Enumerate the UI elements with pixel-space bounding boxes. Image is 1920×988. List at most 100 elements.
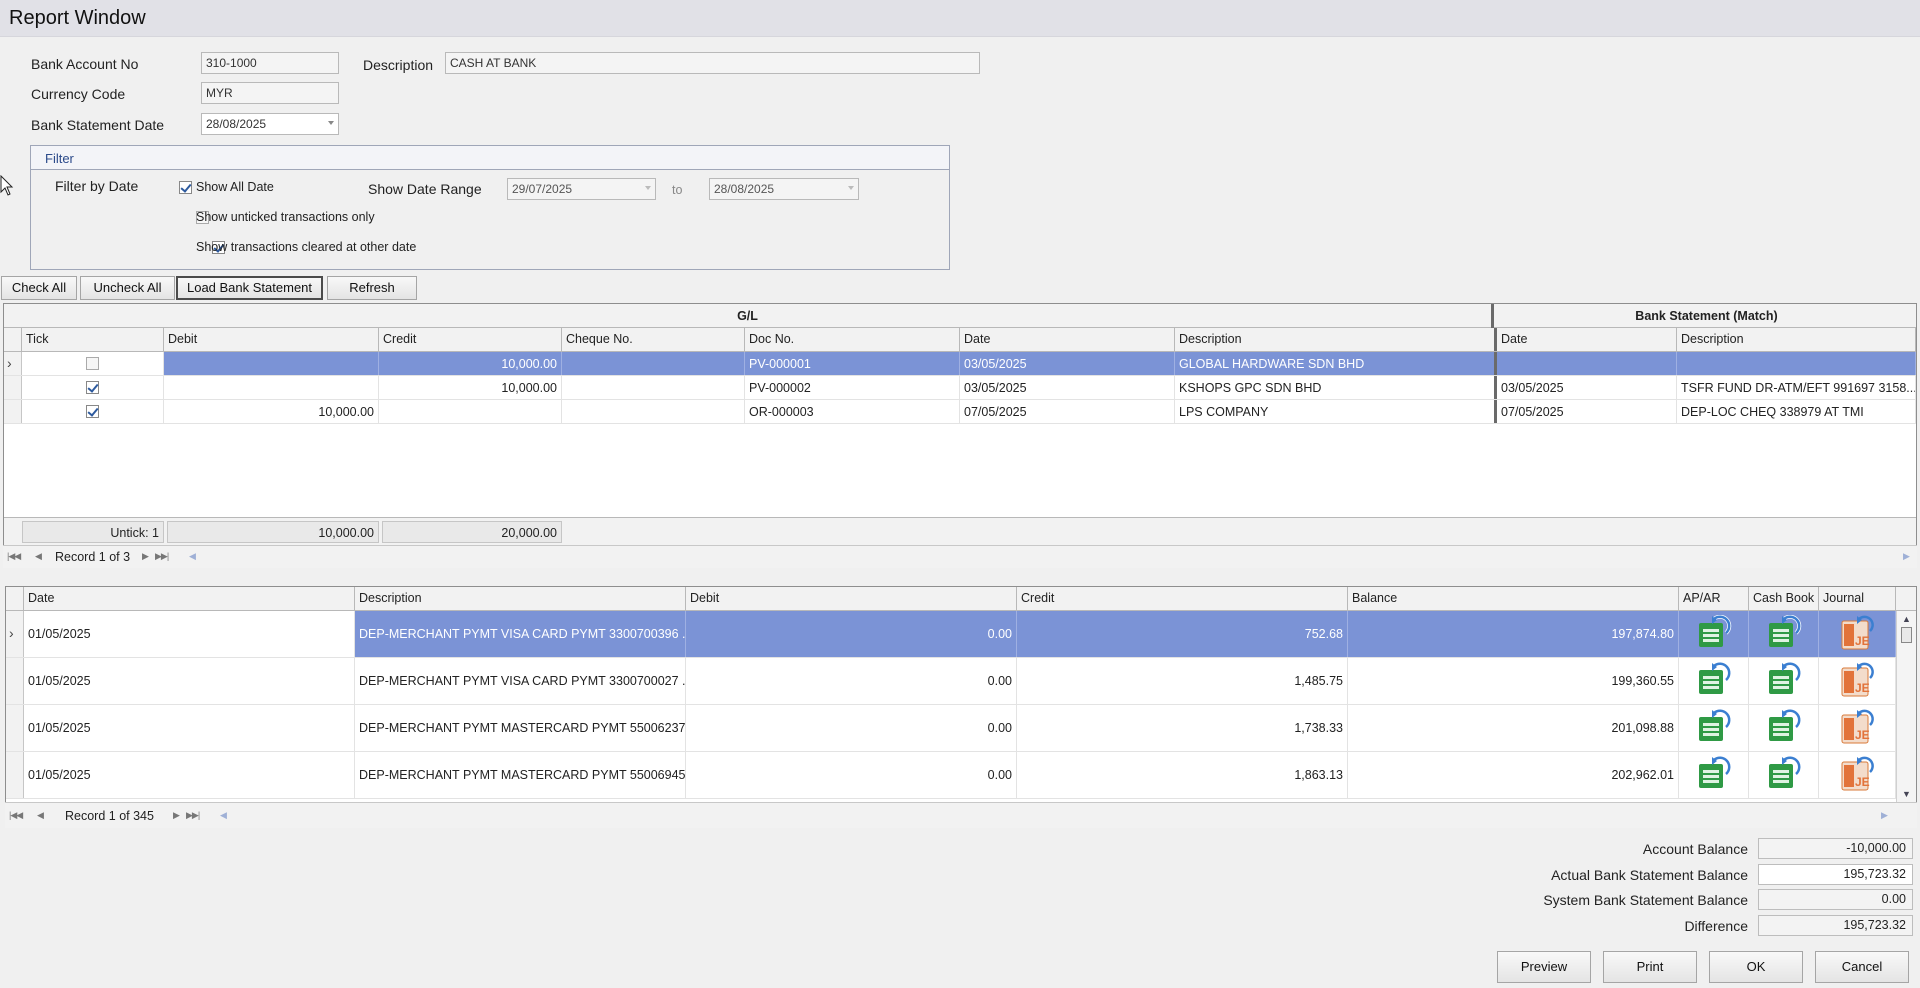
journal-link-icon[interactable]: JE [1839,756,1875,795]
cashbook-link-icon[interactable] [1766,755,1802,795]
apar-link-icon[interactable] [1696,708,1732,748]
currency-field[interactable]: MYR [201,82,339,104]
load-bank-statement-button[interactable]: Load Bank Statement [176,276,323,300]
last-record-icon[interactable]: ▶▶| [155,551,169,562]
actual-bs-label: Actual Bank Statement Balance [1551,867,1748,883]
check-all-button[interactable]: Check All [1,276,77,300]
next-record-icon[interactable]: ▶ [142,551,149,562]
show-all-date-checkbox[interactable] [179,181,192,194]
show-cleared-label: Show transactions cleared at other date [196,240,417,254]
table-row[interactable]: 01/05/2025 DEP-MERCHANT PYMT MASTERCARD P… [6,705,1896,752]
bs-description-cell: DEP-LOC CHEQ 338979 AT TMI [1677,400,1916,423]
account-balance-value: -10,000.00 [1758,838,1913,859]
statement-date-picker[interactable]: 28/08/2025 [201,113,339,135]
scroll-right-icon[interactable]: ▶ [1881,810,1888,821]
scroll-left-icon[interactable]: ◀ [189,551,196,562]
col-bs-desc[interactable]: Description [355,587,686,610]
col-bs-description[interactable]: Description [1677,328,1916,351]
system-bs-value: 0.00 [1758,889,1913,910]
doc-cell: PV-000002 [745,376,960,399]
bank-account-field[interactable]: 310-1000 [201,52,339,74]
apar-cell [1679,752,1749,798]
journal-link-icon[interactable]: JE [1839,709,1875,748]
cancel-button[interactable]: Cancel [1815,951,1909,983]
refresh-button[interactable]: Refresh [327,276,417,300]
bs-credit-cell: 1,863.13 [1017,752,1348,798]
first-record-icon[interactable]: |◀◀ [7,551,21,562]
window-title: Report Window [9,7,146,29]
journal-link-icon[interactable]: JE [1839,662,1875,701]
journal-icon-text: JE [1855,775,1870,789]
scroll-left-icon[interactable]: ◀ [220,810,227,821]
table-row[interactable]: 01/05/2025 DEP-MERCHANT PYMT MASTERCARD P… [6,752,1896,799]
scroll-down-icon[interactable]: ▼ [1902,789,1911,799]
table-row[interactable]: 10,000.00 PV-000002 03/05/2025 KSHOPS GP… [4,376,1916,400]
col-description[interactable]: Description [1175,328,1497,351]
apar-link-icon[interactable] [1696,661,1732,701]
col-bs-date[interactable]: Date [1497,328,1677,351]
journal-link-icon[interactable]: JE [1839,615,1875,654]
description-cell: KSHOPS GPC SDN BHD [1175,376,1497,399]
bs-description-cell: DEP-MERCHANT PYMT VISA CARD PYMT 3300700… [355,611,686,657]
difference-value: 195,723.32 [1758,915,1913,936]
preview-button[interactable]: Preview [1497,951,1591,983]
col-credit[interactable]: Credit [379,328,562,351]
chevron-down-icon[interactable] [848,186,854,190]
apar-link-icon[interactable] [1696,614,1732,654]
next-record-icon[interactable]: ▶ [173,810,180,821]
table-row[interactable]: 10,000.00 OR-000003 07/05/2025 LPS COMPA… [4,400,1916,424]
vertical-scrollbar[interactable]: ▲ ▼ [1896,611,1916,803]
cashbook-link-icon[interactable] [1766,661,1802,701]
col-cheque-no[interactable]: Cheque No. [562,328,745,351]
gl-footer: Untick: 1 10,000.00 20,000.00 [4,517,1916,546]
print-button[interactable]: Print [1603,951,1697,983]
tick-cell[interactable] [22,376,164,399]
table-row[interactable]: 01/05/2025DEP-MERCHANT PYMT VISA CARD PY… [6,658,1896,705]
prev-record-icon[interactable]: ◀ [37,810,44,821]
col-date[interactable]: Date [960,328,1175,351]
uncheck-all-button[interactable]: Uncheck All [80,276,175,300]
col-apar[interactable]: AP/AR [1679,587,1749,610]
scroll-right-icon[interactable]: ▶ [1903,551,1910,562]
col-cashbook[interactable]: Cash Book [1749,587,1819,610]
gl-record-navigator: |◀◀ ◀ Record 1 of 3 ▶ ▶▶| ◀ ▶ [3,545,1917,568]
row-tick-checkbox[interactable] [86,357,99,370]
date-to-picker[interactable]: 28/08/2025 [709,178,859,200]
ok-button[interactable]: OK [1709,951,1803,983]
col-bs-date[interactable]: Date [24,587,355,610]
actual-bs-input[interactable]: 195,723.32 [1758,864,1913,885]
description-field[interactable]: CASH AT BANK [445,52,980,74]
tick-cell[interactable] [22,400,164,423]
last-record-icon[interactable]: ▶▶| [186,810,200,821]
col-journal[interactable]: Journal [1819,587,1896,610]
tick-cell[interactable] [22,352,164,375]
date-from-picker[interactable]: 29/07/2025 [507,178,656,200]
cashbook-link-icon[interactable] [1766,708,1802,748]
chevron-down-icon[interactable] [645,186,651,190]
gl-record-text: Record 1 of 3 [55,550,131,564]
first-record-icon[interactable]: |◀◀ [9,810,23,821]
row-indicator [6,752,24,798]
apar-link-icon[interactable] [1696,755,1732,795]
col-tick[interactable]: Tick [22,328,164,351]
scroll-up-icon[interactable]: ▲ [1902,614,1911,624]
bs-balance-cell: 202,962.01 [1348,752,1679,798]
col-doc-no[interactable]: Doc No. [745,328,960,351]
scroll-thumb[interactable] [1901,627,1912,643]
gl-band-title: G/L [4,304,1494,328]
row-tick-checkbox[interactable] [86,405,99,418]
bank-column-header: Date Description Debit Credit Balance AP… [6,587,1916,611]
row-tick-checkbox[interactable] [86,381,99,394]
col-bs-credit[interactable]: Credit [1017,587,1348,610]
doc-cell: OR-000003 [745,400,960,423]
table-row[interactable]: 10,000.00 PV-000001 03/05/2025 GLOBAL HA… [4,352,1916,376]
table-row[interactable]: 01/05/2025DEP-MERCHANT PYMT VISA CARD PY… [6,611,1896,658]
chevron-down-icon[interactable] [328,121,334,125]
col-debit[interactable]: Debit [164,328,379,351]
col-bs-debit[interactable]: Debit [686,587,1017,610]
col-bs-balance[interactable]: Balance [1348,587,1679,610]
prev-record-icon[interactable]: ◀ [35,551,42,562]
date-cell: 03/05/2025 [960,352,1175,375]
cashbook-link-icon[interactable] [1766,614,1802,654]
credit-cell: 10,000.00 [379,376,562,399]
